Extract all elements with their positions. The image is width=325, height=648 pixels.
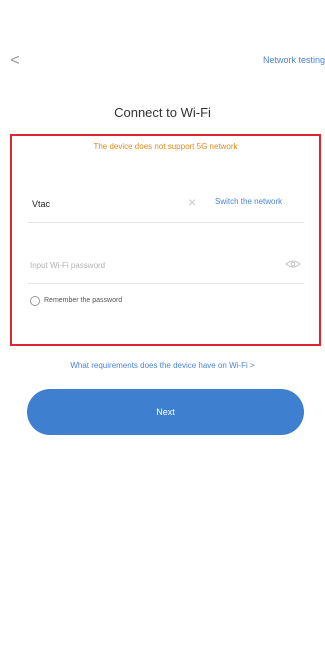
highlight-frame [10, 134, 321, 346]
wifi-requirements-link[interactable]: What requirements does the device have o… [0, 361, 325, 370]
network-testing-link[interactable]: Network testing [263, 55, 325, 65]
next-button[interactable]: Next [27, 389, 304, 435]
warning-text: The device does not support 5G network [93, 142, 238, 151]
remember-password-label[interactable]: Remember the password [44, 297, 122, 304]
page-title: Connect to Wi-Fi [114, 105, 211, 120]
eye-icon[interactable] [285, 259, 301, 269]
back-icon[interactable]: < [8, 52, 22, 70]
divider [28, 222, 304, 223]
clear-icon[interactable]: × [188, 195, 196, 209]
wifi-ssid: Vtac [32, 199, 51, 209]
remember-password-radio[interactable] [30, 296, 40, 306]
password-input[interactable] [30, 257, 275, 273]
switch-network-link[interactable]: Switch the network [215, 197, 282, 206]
divider [28, 283, 304, 284]
